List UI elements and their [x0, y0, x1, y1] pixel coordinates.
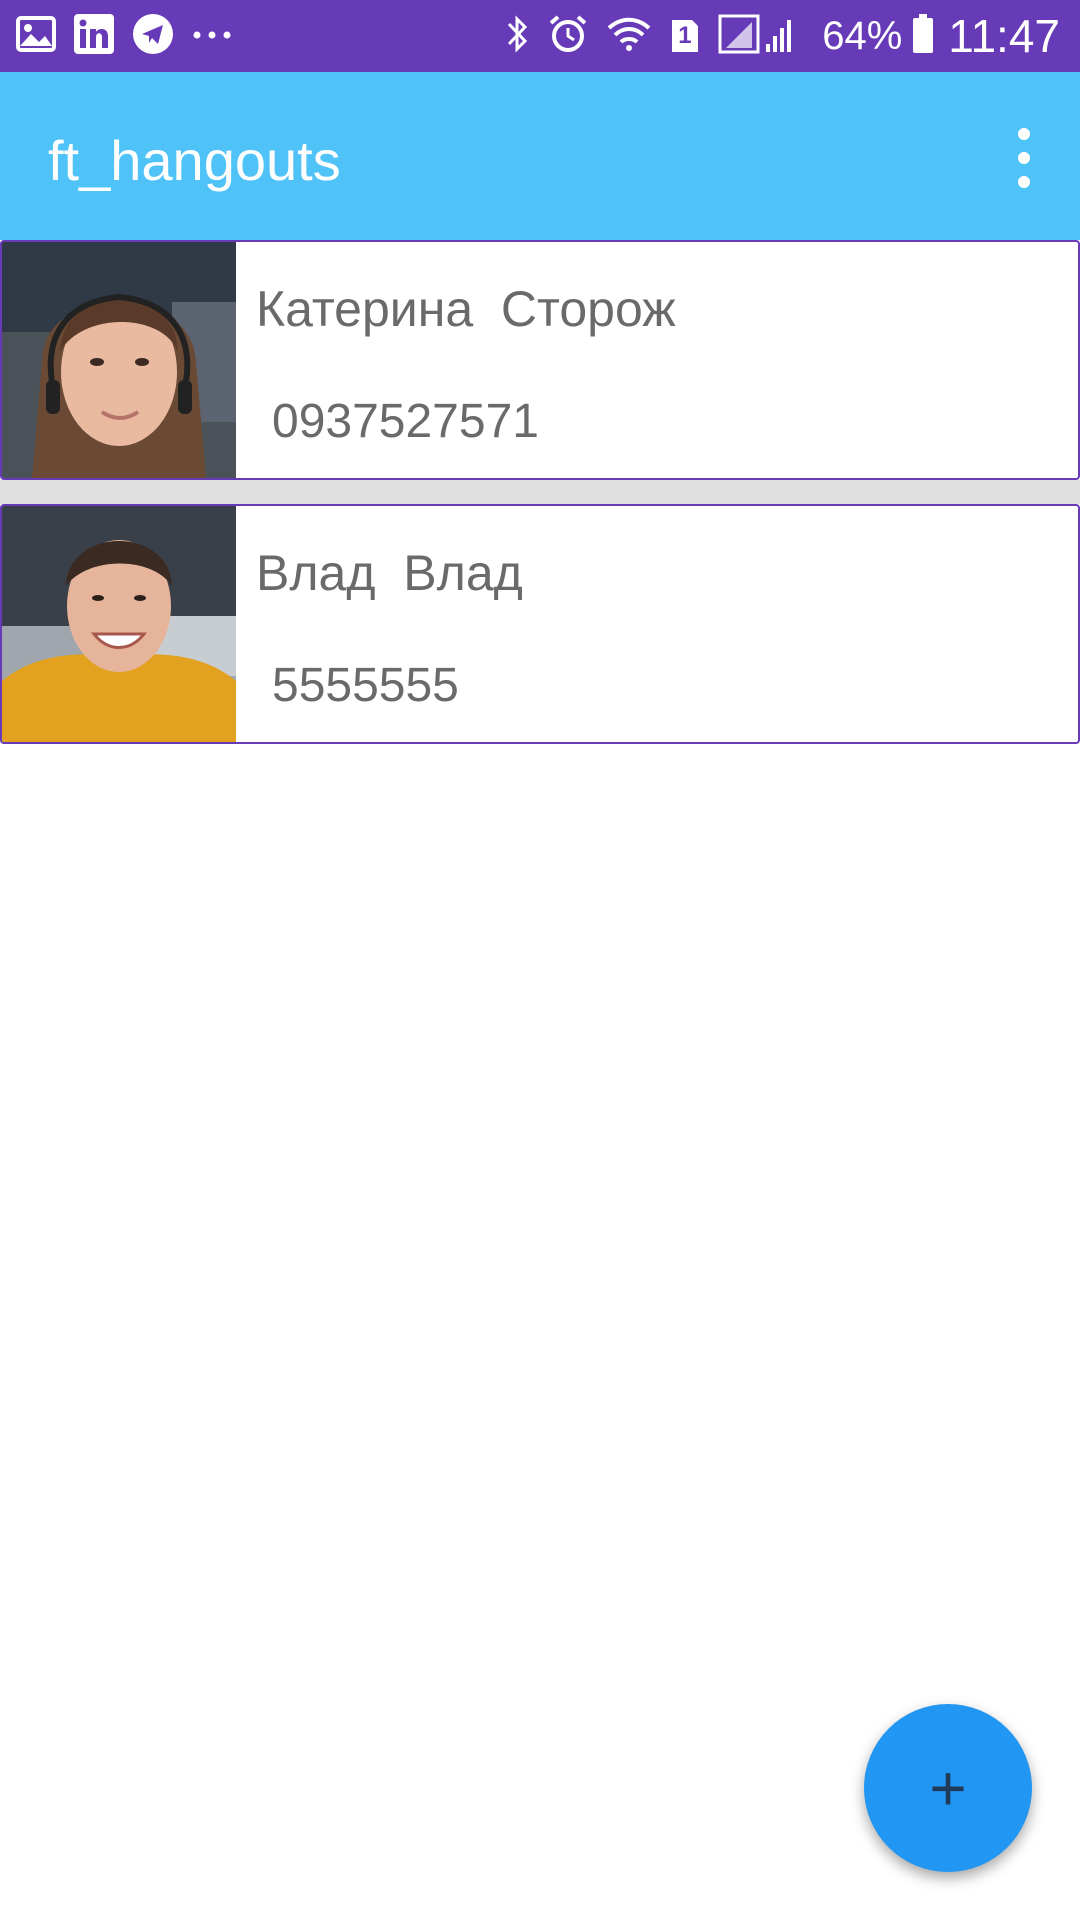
sim-slot-number: 1 [678, 22, 692, 49]
status-bar: 1 64% 11:47 [0, 0, 1080, 72]
app-title: ft_hangouts [48, 129, 341, 192]
sim-icon: 1 [670, 18, 700, 54]
contact-photo [2, 242, 236, 478]
alarm-icon [548, 14, 588, 59]
contact-photo [2, 506, 236, 742]
more-notifications-icon [192, 27, 232, 45]
list-divider [0, 480, 1080, 504]
linkedin-icon [74, 13, 114, 59]
contact-card[interactable]: Катерина Сторож 0937527571 [0, 240, 1080, 480]
contact-name: Влад Влад [256, 545, 523, 601]
battery-percentage: 64% [822, 13, 903, 58]
app-bar: ft_hangouts [0, 72, 1080, 240]
contact-phone: 5555555 [272, 659, 459, 712]
bluetooth-icon [506, 14, 530, 59]
contact-phone: 0937527571 [272, 395, 539, 448]
system-status-area: 1 64% 11:47 [506, 10, 1060, 62]
overflow-menu-icon[interactable] [1004, 128, 1044, 188]
battery-icon [912, 13, 934, 59]
clock: 11:47 [948, 10, 1060, 62]
notification-area [16, 13, 250, 60]
add-icon: + [929, 1752, 967, 1824]
telegram-icon [132, 13, 174, 60]
signal-icon [718, 14, 798, 59]
contact-name: Катерина Сторож [256, 281, 676, 337]
add-contact-button[interactable]: + [864, 1704, 1032, 1872]
phone-screen: 1 64% 11:47 ft_hangouts Катерина Сторож … [0, 0, 1080, 1920]
gallery-icon [16, 15, 56, 57]
wifi-icon [606, 16, 652, 57]
contact-card[interactable]: Влад Влад 5555555 [0, 504, 1080, 744]
